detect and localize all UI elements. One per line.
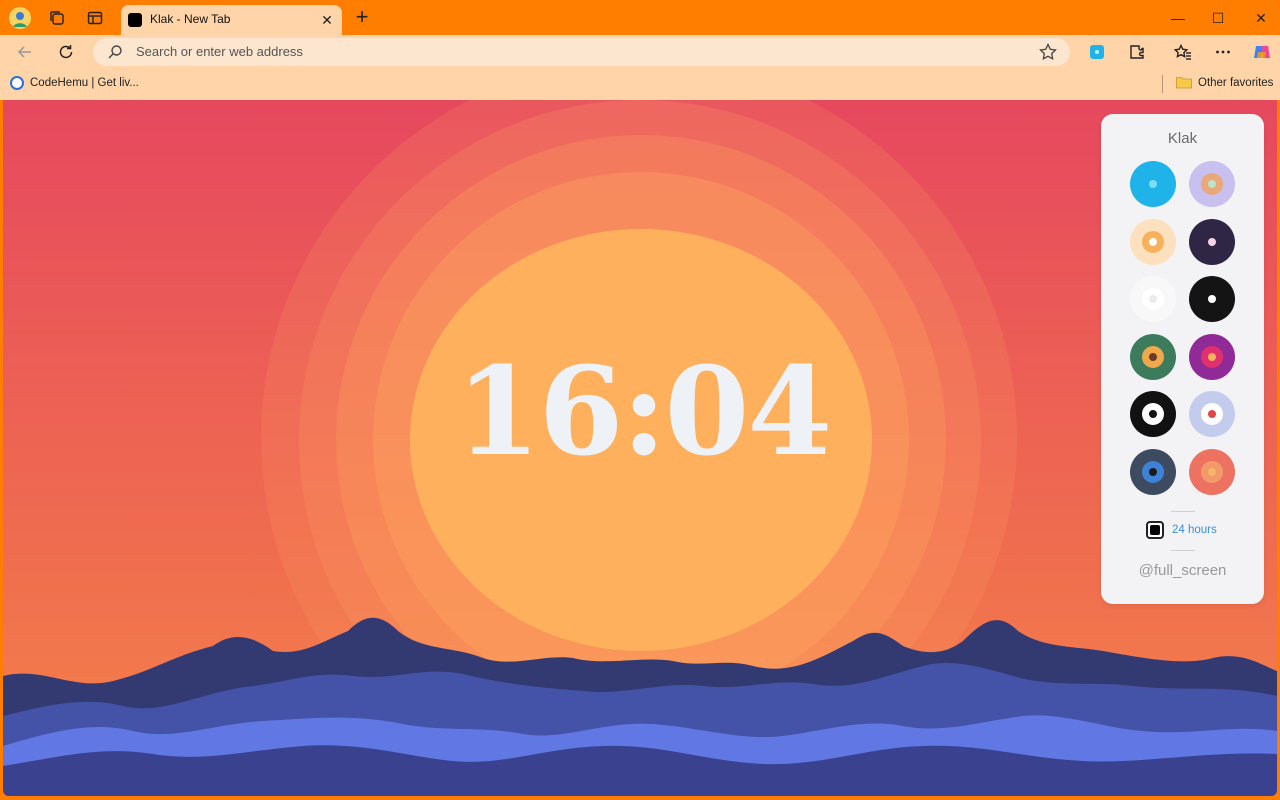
swatch-ring (1142, 403, 1164, 425)
swatch-ring (1201, 173, 1223, 195)
tab-favicon-icon (128, 13, 142, 27)
theme-swatch[interactable] (1130, 161, 1176, 207)
favorites-icon[interactable] (1171, 40, 1195, 64)
theme-swatch[interactable] (1189, 448, 1235, 495)
panel-title: Klak (1167, 130, 1198, 147)
fullscreen-link[interactable]: @full_screen (1101, 562, 1264, 579)
theme-swatch[interactable] (1130, 276, 1176, 322)
checkbox-mark (1150, 525, 1160, 535)
swatch-dot (1208, 295, 1216, 303)
profile-avatar-icon[interactable] (9, 7, 31, 29)
bookmark-label: CodeHemu | Get liv... (30, 77, 139, 89)
theme-panel: Klak 24 hours @full_screen (1101, 114, 1264, 604)
swatch-dot (1208, 467, 1216, 476)
bookmark-item[interactable]: CodeHemu | Get liv... (10, 76, 139, 90)
swatch-dot (1208, 410, 1216, 418)
panel-divider (1171, 511, 1195, 512)
extension-app-icon[interactable] (1085, 40, 1109, 64)
tab-klak[interactable]: Klak - New Tab ✕ (121, 5, 342, 35)
address-bar[interactable]: Search or enter web address (93, 38, 1070, 66)
extensions-icon[interactable] (1125, 40, 1149, 64)
swatch-ring (1201, 230, 1223, 253)
swatch-dot (1149, 237, 1157, 246)
theme-swatch[interactable] (1189, 161, 1235, 207)
theme-swatch[interactable] (1130, 391, 1176, 437)
theme-swatch[interactable] (1189, 218, 1235, 265)
workspaces-icon[interactable] (47, 8, 67, 28)
swatch-dot (1208, 180, 1216, 188)
time-format-label[interactable]: 24 hours (1172, 524, 1217, 536)
time-format-checkbox[interactable] (1146, 521, 1164, 539)
theme-swatch[interactable] (1130, 448, 1176, 495)
toolbar: Search or enter web address (0, 35, 1280, 69)
copilot-icon[interactable] (1250, 40, 1274, 64)
swatch-dot (1208, 237, 1216, 246)
swatch-ring (1201, 460, 1223, 483)
swatch-ring (1142, 460, 1164, 483)
new-tab-page: 16:04 Klak 24 hours @full_screen (3, 100, 1277, 796)
close-window-icon[interactable]: ✕ (1249, 6, 1273, 30)
minimize-icon[interactable]: — (1166, 6, 1190, 30)
other-favorites-label: Other favorites (1198, 76, 1274, 89)
swatch-ring (1201, 403, 1223, 425)
swatch-dot (1149, 180, 1157, 188)
theme-swatch[interactable] (1130, 218, 1176, 265)
theme-swatch[interactable] (1189, 276, 1235, 322)
folder-icon (1176, 77, 1192, 89)
new-tab-button[interactable]: + (351, 6, 373, 29)
bookmarks-divider (1162, 75, 1163, 93)
swatch-dot (1149, 410, 1157, 418)
swatch-ring (1201, 288, 1223, 310)
other-favorites[interactable]: Other favorites (1176, 76, 1273, 89)
time-format-toggle[interactable]: 24 hours (1146, 521, 1217, 539)
favorite-star-icon[interactable] (1038, 42, 1058, 62)
theme-swatch[interactable] (1130, 333, 1176, 380)
more-options-icon[interactable] (1211, 40, 1235, 64)
vertical-tabs-icon[interactable] (85, 8, 105, 28)
back-icon[interactable] (13, 40, 37, 64)
close-tab-icon[interactable]: ✕ (318, 11, 336, 29)
swatch-dot (1208, 352, 1216, 361)
clock-time: 16:04 (455, 339, 833, 483)
theme-swatch[interactable] (1189, 333, 1235, 380)
swatch-ring (1142, 288, 1164, 310)
title-bar: Klak - New Tab ✕ + — ☐ ✕ (0, 0, 1280, 35)
swatch-ring (1142, 345, 1164, 368)
swatch-dot (1149, 295, 1157, 303)
swatch-ring (1142, 230, 1164, 253)
address-input[interactable]: Search or enter web address (136, 44, 303, 59)
mountains-illustration (3, 617, 1277, 796)
swatch-ring (1201, 345, 1223, 368)
refresh-icon[interactable] (54, 40, 78, 64)
tab-title: Klak - New Tab (150, 12, 231, 26)
panel-divider (1171, 550, 1195, 551)
swatch-ring (1142, 173, 1164, 195)
maximize-icon[interactable]: ☐ (1206, 6, 1230, 30)
bookmark-favicon-icon (10, 76, 24, 90)
theme-swatch[interactable] (1189, 391, 1235, 437)
search-icon (108, 45, 122, 59)
swatch-dot (1149, 352, 1157, 361)
swatch-dot (1149, 467, 1157, 476)
bookmarks-bar: CodeHemu | Get liv... Other favorites (0, 69, 1280, 100)
